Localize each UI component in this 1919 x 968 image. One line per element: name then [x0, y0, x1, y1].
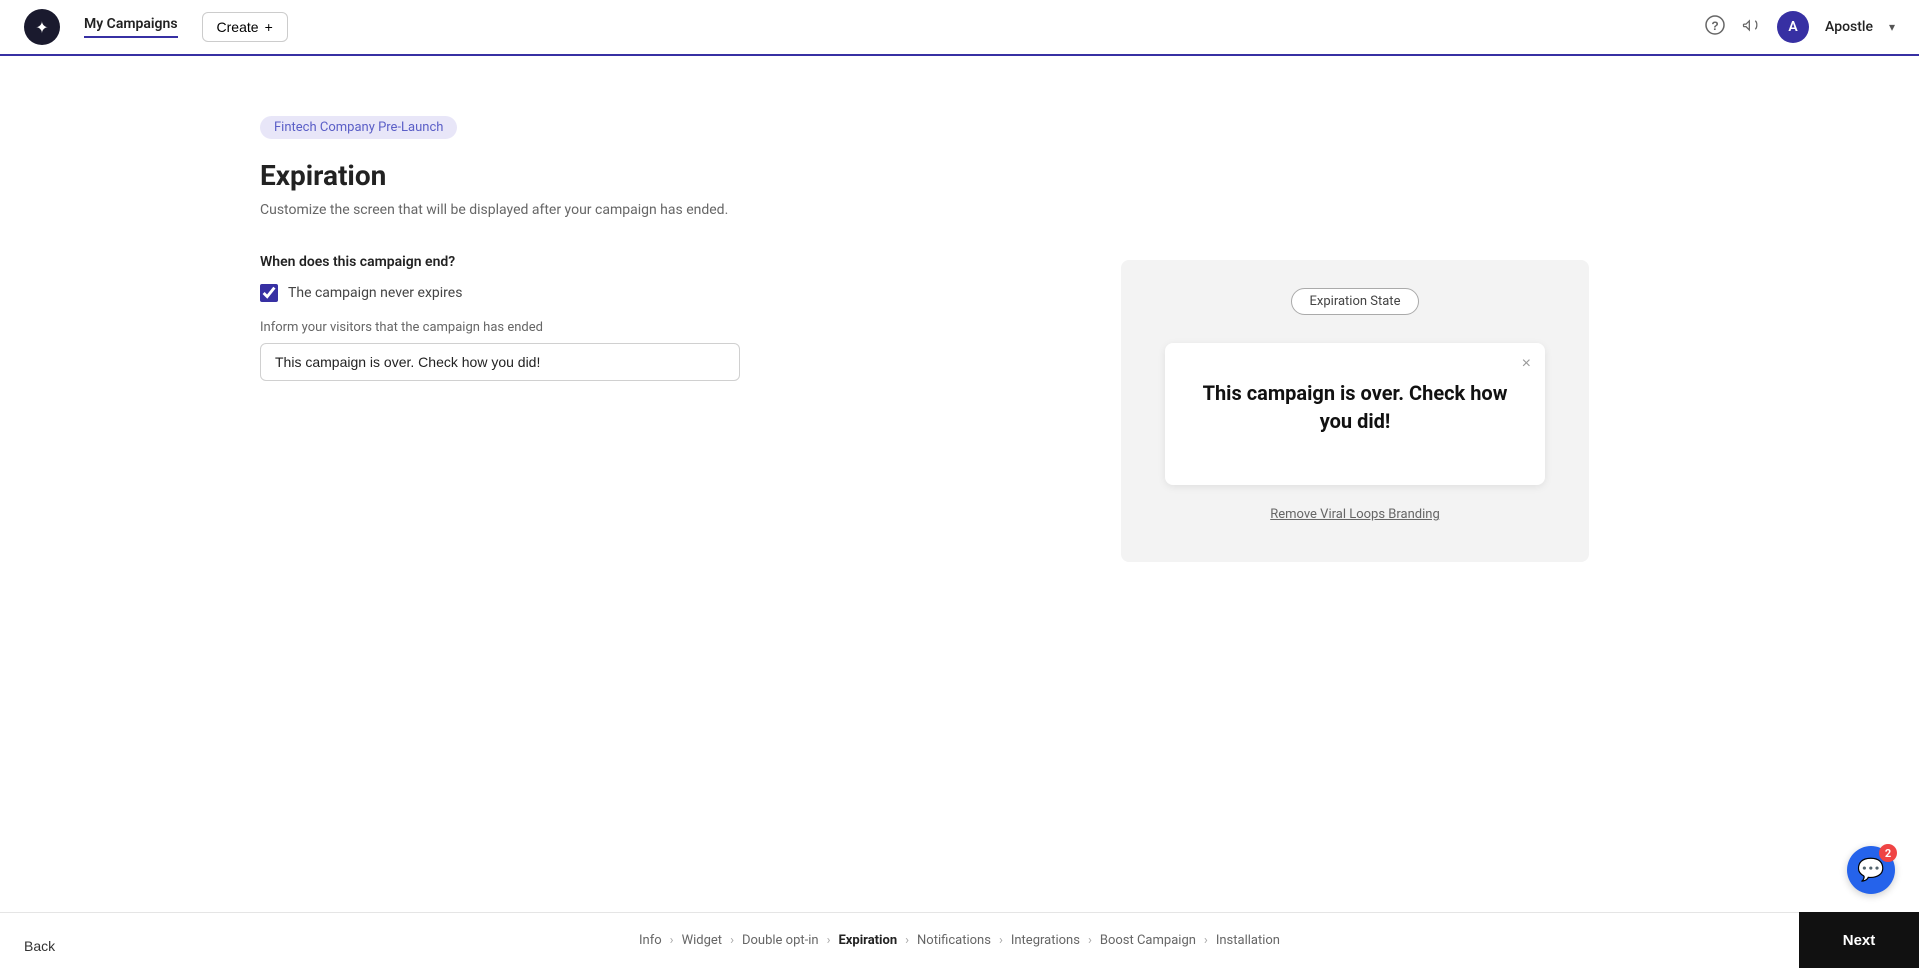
help-button[interactable]: ? — [1705, 15, 1725, 40]
preview-card: × This campaign is over. Check how you d… — [1165, 343, 1545, 485]
breadcrumb-separator: › — [999, 933, 1003, 948]
page-subtitle: Customize the screen that will be displa… — [260, 202, 1919, 218]
user-name: Apostle — [1825, 19, 1873, 35]
breadcrumb-item-double-opt-in[interactable]: Double opt-in — [742, 933, 819, 948]
breadcrumb-item-info[interactable]: Info — [639, 933, 662, 948]
breadcrumb-item-notifications[interactable]: Notifications — [917, 933, 991, 948]
preview-message: This campaign is over. Check how you did… — [1195, 379, 1515, 435]
breadcrumb-separator: › — [827, 933, 831, 948]
header-left: ✦ My Campaigns Create + — [24, 9, 288, 45]
back-button[interactable]: Back — [24, 938, 55, 954]
header: ✦ My Campaigns Create + ? A Apostle ▾ — [0, 0, 1919, 56]
bottom-bar: Back Info › Widget › Double opt-in › Expiratio… — [0, 912, 1919, 968]
expiration-message-input[interactable] — [260, 343, 740, 381]
checkbox-label: The campaign never expires — [288, 285, 462, 301]
preview-panel: Expiration State × This campaign is over… — [1121, 260, 1589, 562]
breadcrumbs: Info › Widget › Double opt-in › Expiration › Not… — [639, 933, 1280, 948]
breadcrumb-separator: › — [1204, 933, 1208, 948]
breadcrumb-item-installation[interactable]: Installation — [1216, 933, 1280, 948]
breadcrumb-separator: › — [670, 933, 674, 948]
main-content: Fintech Company Pre-Launch Expiration Cu… — [0, 56, 1919, 461]
breadcrumb-item-boost-campaign[interactable]: Boost Campaign — [1100, 933, 1196, 948]
remove-branding-link[interactable]: Remove Viral Loops Branding — [1270, 507, 1440, 522]
chat-icon: 💬 — [1857, 858, 1884, 883]
close-button[interactable]: × — [1522, 355, 1531, 373]
field-label: Inform your visitors that the campaign h… — [260, 320, 740, 335]
nav-my-campaigns[interactable]: My Campaigns — [84, 16, 178, 38]
breadcrumb-separator: › — [730, 933, 734, 948]
next-button[interactable]: Next — [1799, 912, 1919, 968]
avatar: A — [1777, 11, 1809, 43]
breadcrumb-separator: › — [905, 933, 909, 948]
chat-bubble[interactable]: 💬 2 — [1847, 846, 1895, 894]
page-title: Expiration — [260, 159, 1919, 192]
breadcrumb-separator: › — [1088, 933, 1092, 948]
breadcrumb-item-expiration[interactable]: Expiration — [838, 933, 897, 948]
logo-icon[interactable]: ✦ — [24, 9, 60, 45]
never-expires-checkbox[interactable] — [260, 284, 278, 302]
megaphone-button[interactable] — [1741, 15, 1761, 40]
form-section: When does this campaign end? The campaig… — [260, 254, 740, 381]
breadcrumb-item-widget[interactable]: Widget — [682, 933, 722, 948]
header-right: ? A Apostle ▾ — [1705, 11, 1895, 43]
create-button[interactable]: Create + — [202, 12, 288, 42]
chevron-down-icon[interactable]: ▾ — [1889, 20, 1895, 34]
expiration-state-badge: Expiration State — [1291, 288, 1420, 315]
chat-badge: 2 — [1879, 844, 1897, 862]
breadcrumb-item-integrations[interactable]: Integrations — [1011, 933, 1080, 948]
svg-text:?: ? — [1711, 19, 1718, 33]
campaign-badge: Fintech Company Pre-Launch — [260, 116, 457, 139]
checkbox-row: The campaign never expires — [260, 284, 740, 302]
form-question: When does this campaign end? — [260, 254, 740, 270]
